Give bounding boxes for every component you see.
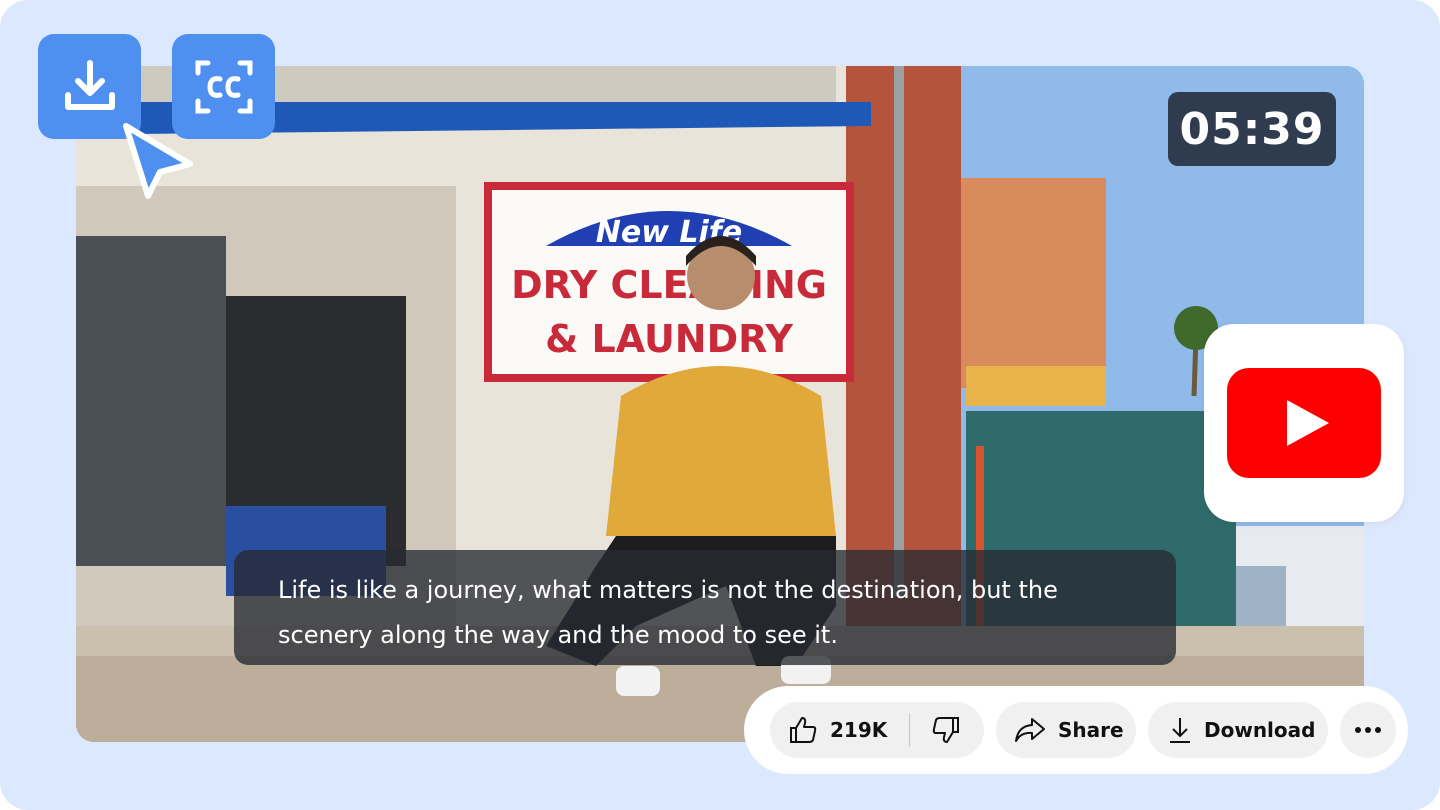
more-options-button[interactable] [1340,702,1396,758]
share-icon [1015,718,1045,742]
thumbs-down-icon [933,717,960,743]
dislike-button[interactable] [910,702,982,758]
share-label: Share [1058,718,1124,742]
like-dislike-group: 219K [770,702,984,758]
share-button[interactable]: Share [996,702,1136,758]
promo-frame: New Life DRY CLEANING & LAUNDRY 05:39 Li… [0,0,1440,810]
closed-captions-icon [195,60,252,113]
like-button[interactable]: 219K [770,702,887,758]
like-count: 219K [830,718,888,742]
download-icon [64,59,115,110]
youtube-badge [1204,324,1404,522]
download-label: Download [1204,718,1316,742]
youtube-logo-icon [1227,368,1381,478]
svg-text:& LAUNDRY: & LAUNDRY [545,317,793,361]
video-timestamp: 05:39 [1168,92,1336,166]
more-horizontal-icon [1355,727,1381,733]
pointer-cursor-icon [123,123,193,199]
thumbs-up-icon [790,717,817,743]
svg-text:DRY CLEANING: DRY CLEANING [511,263,827,307]
video-action-bar: 219K Share Download [744,686,1408,774]
download-icon [1170,718,1190,743]
download-button[interactable]: Download [1148,702,1328,758]
subtitle-caption: Life is like a journey, what matters is … [234,550,1176,665]
